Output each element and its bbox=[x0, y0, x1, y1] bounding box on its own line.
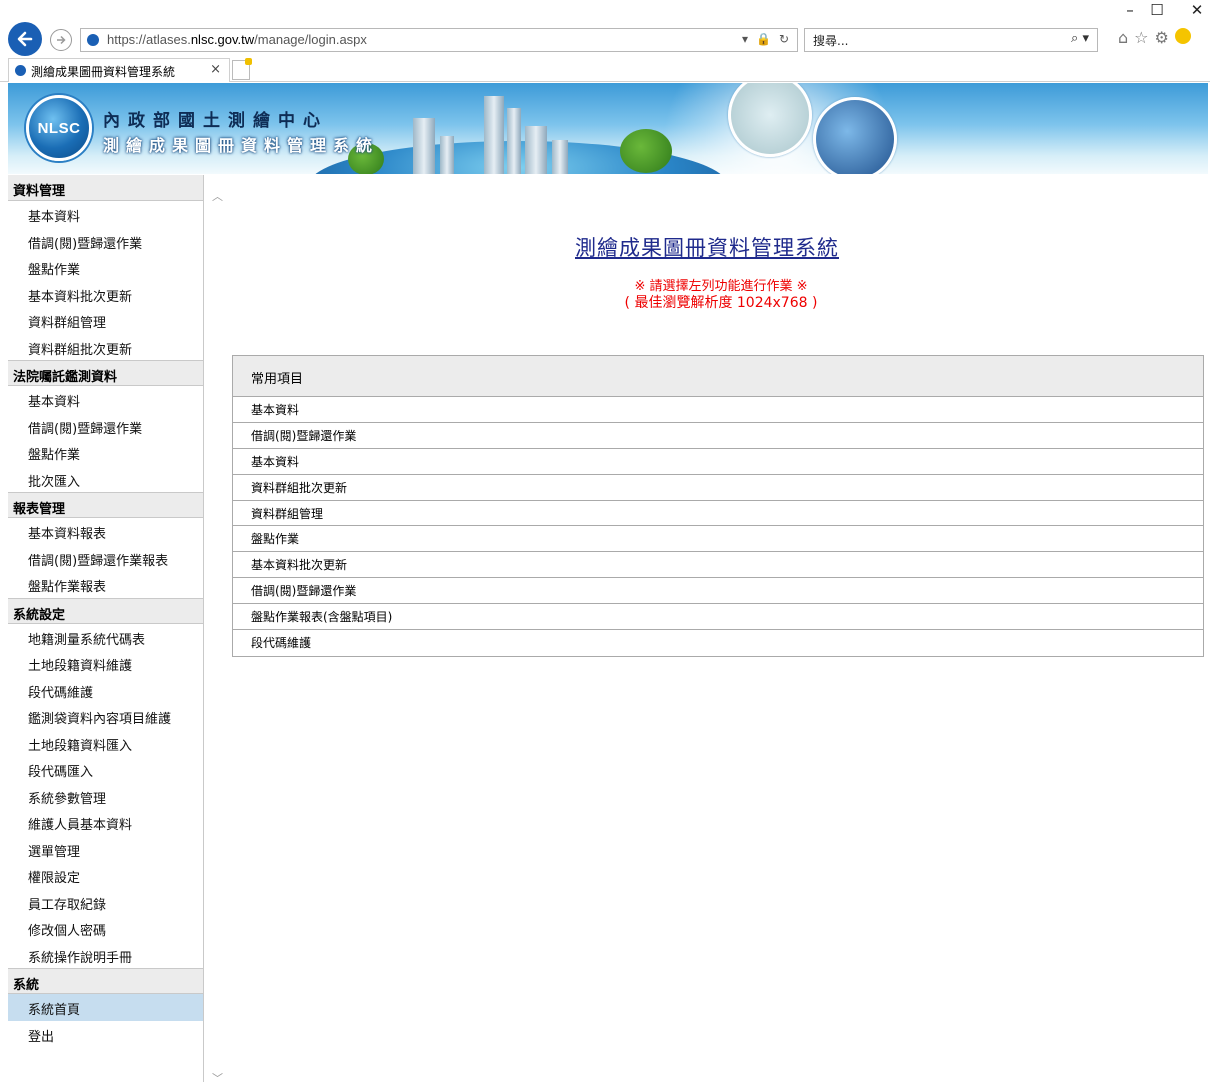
common-item-link[interactable]: 盤點作業報表(含盤點項目) bbox=[233, 604, 1203, 631]
sidebar-section-header: 系統設定 bbox=[8, 597, 203, 624]
common-item-link[interactable]: 資料群組批次更新 bbox=[233, 475, 1203, 501]
sidebar-item[interactable]: 系統參數管理 bbox=[8, 783, 203, 810]
forward-button[interactable] bbox=[50, 29, 72, 51]
sidebar-section-header: 系統 bbox=[8, 968, 203, 994]
feedback-smiley-icon[interactable] bbox=[1174, 28, 1191, 44]
refresh-icon[interactable]: ↻ bbox=[779, 32, 789, 46]
common-item-link[interactable]: 借調(閱)暨歸還作業 bbox=[233, 423, 1203, 449]
sidebar-item[interactable]: 盤點作業報表 bbox=[8, 571, 203, 598]
sidebar-item[interactable]: 維護人員基本資料 bbox=[8, 809, 203, 836]
common-items-panel: 常用項目 基本資料 借調(閱)暨歸還作業 基本資料 資料群組批次更新 資料群組管理 盤點作… bbox=[232, 355, 1204, 657]
sidebar-item[interactable]: 段代碼維護 bbox=[8, 677, 203, 704]
common-item-link[interactable]: 盤點作業 bbox=[233, 526, 1203, 553]
sidebar-item[interactable]: 基本資料報表 bbox=[8, 518, 203, 545]
nlsc-logo: NLSC bbox=[26, 95, 92, 161]
maximize-icon[interactable]: ☐ bbox=[1140, 0, 1174, 20]
sidebar-item[interactable]: 鑑測袋資料內容項目維護 bbox=[8, 703, 203, 730]
sidebar-item[interactable]: 登出 bbox=[8, 1021, 203, 1048]
sidebar-item[interactable]: 修改個人密碼 bbox=[8, 915, 203, 942]
sidebar-item[interactable]: 員工存取紀錄 bbox=[8, 889, 203, 916]
common-item-link[interactable]: 借調(閱)暨歸還作業 bbox=[233, 578, 1203, 605]
sidebar-section-header: 法院囑託鑑測資料 bbox=[8, 360, 203, 386]
sidebar-item[interactable]: 土地段籍資料維護 bbox=[8, 650, 203, 677]
lock-icon[interactable]: 🔒 bbox=[756, 32, 771, 46]
address-bar[interactable]: https://atlases.nlsc.gov.tw/manage/login… bbox=[80, 28, 798, 52]
banner-photo-2 bbox=[813, 97, 897, 174]
sidebar-item[interactable]: 借調(閱)暨歸還作業 bbox=[8, 413, 203, 440]
url-text: https://atlases.nlsc.gov.tw/manage/login… bbox=[107, 32, 367, 47]
sidebar-section-header: 資料管理 bbox=[8, 175, 203, 201]
tab-close-icon[interactable]: × bbox=[210, 62, 221, 77]
arrow-left-icon bbox=[17, 31, 33, 47]
browser-tab[interactable]: 測繪成果圖冊資料管理系統 × bbox=[8, 58, 230, 82]
common-item-link[interactable]: 段代碼維護 bbox=[233, 630, 1203, 656]
search-input[interactable]: 搜尋... ⌕ ▾ bbox=[804, 28, 1098, 52]
dropdown-icon[interactable]: ▾ bbox=[742, 32, 748, 46]
new-tab-button[interactable] bbox=[232, 58, 252, 80]
banner-system-name: 測繪成果圖冊資料管理系統 bbox=[103, 136, 380, 155]
sidebar-item[interactable]: 批次匯入 bbox=[8, 466, 203, 493]
common-item-link[interactable]: 資料群組管理 bbox=[233, 501, 1203, 527]
close-window-icon[interactable]: ✕ bbox=[1180, 0, 1210, 20]
sidebar-item[interactable]: 選單管理 bbox=[8, 836, 203, 863]
gear-icon[interactable]: ⚙ bbox=[1155, 28, 1169, 47]
sidebar-item[interactable]: 權限設定 bbox=[8, 862, 203, 889]
sidebar-item[interactable]: 借調(閱)暨歸還作業 bbox=[8, 228, 203, 255]
home-icon[interactable]: ⌂ bbox=[1118, 28, 1128, 47]
sidebar-item[interactable]: 系統首頁 bbox=[8, 994, 203, 1021]
favorites-star-icon[interactable]: ☆ bbox=[1134, 28, 1148, 47]
sidebar-section-header: 報表管理 bbox=[8, 492, 203, 518]
tab-title: 測繪成果圖冊資料管理系統 bbox=[31, 65, 176, 79]
sidebar-item[interactable]: 盤點作業 bbox=[8, 439, 203, 466]
scroll-down-icon[interactable]: ﹀ bbox=[212, 1070, 223, 1086]
notice-resolution: ( 最佳瀏覽解析度 1024x768 ) bbox=[624, 295, 818, 311]
sidebar-item[interactable]: 段代碼匯入 bbox=[8, 756, 203, 783]
common-item-link[interactable]: 基本資料批次更新 bbox=[233, 552, 1203, 579]
tab-favicon bbox=[15, 65, 26, 76]
common-items-header: 常用項目 bbox=[233, 356, 1203, 397]
scroll-up-icon[interactable]: ︿ bbox=[212, 188, 223, 204]
banner-agency-name: 內政部國土測繪中心 bbox=[103, 111, 328, 131]
tab-bar: 測繪成果圖冊資料管理系統 × bbox=[0, 58, 1210, 82]
sidebar-item[interactable]: 地籍測量系統代碼表 bbox=[8, 624, 203, 651]
search-placeholder: 搜尋... bbox=[813, 34, 849, 48]
sidebar-item[interactable]: 土地段籍資料匯入 bbox=[8, 730, 203, 757]
sidebar-item[interactable]: 基本資料 bbox=[8, 201, 203, 228]
sidebar-item[interactable]: 基本資料 bbox=[8, 386, 203, 413]
search-icon[interactable]: ⌕ ▾ bbox=[1071, 31, 1089, 46]
arrow-right-icon bbox=[57, 35, 66, 45]
common-item-link[interactable]: 基本資料 bbox=[233, 397, 1203, 423]
site-icon bbox=[87, 34, 99, 46]
common-item-link[interactable]: 基本資料 bbox=[233, 449, 1203, 475]
site-banner: NLSC 內政部國土測繪中心 測繪成果圖冊資料管理系統 bbox=[8, 83, 1208, 174]
window-titlebar: – ☐ ✕ bbox=[0, 0, 1210, 20]
sidebar-item[interactable]: 資料群組批次更新 bbox=[8, 334, 203, 361]
page-title[interactable]: 測繪成果圖冊資料管理系統 bbox=[575, 232, 839, 262]
sidebar-item[interactable]: 借調(閱)暨歸還作業報表 bbox=[8, 545, 203, 572]
sidebar-item[interactable]: 系統操作說明手冊 bbox=[8, 942, 203, 969]
browser-toolbar: https://atlases.nlsc.gov.tw/manage/login… bbox=[0, 20, 1210, 58]
back-button[interactable] bbox=[8, 22, 42, 56]
